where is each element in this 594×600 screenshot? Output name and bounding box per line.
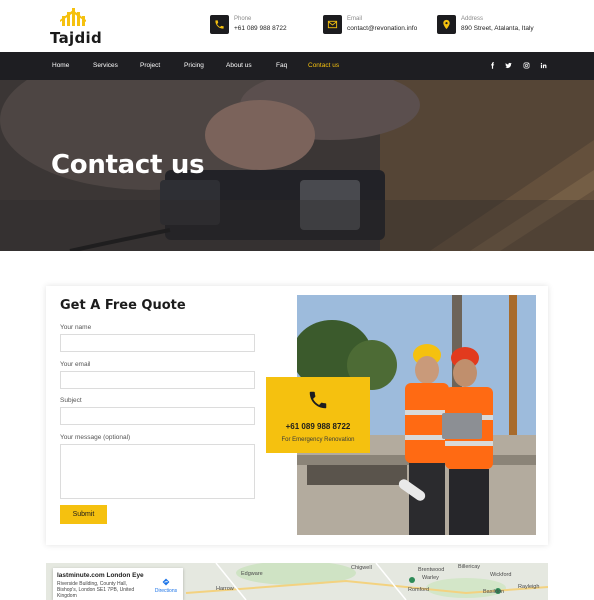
address-label: Address (461, 16, 484, 22)
email-label: Email (347, 16, 363, 22)
name-field[interactable] (60, 334, 255, 352)
directions-icon (162, 578, 170, 586)
page-title: Contact us (51, 150, 205, 180)
twitter-icon[interactable] (503, 61, 513, 71)
message-field[interactable] (60, 444, 255, 499)
map-label-warley: Warley (422, 575, 439, 581)
hero-banner: Contact us (0, 80, 594, 251)
phone-value[interactable]: +61 089 988 8722 (234, 25, 287, 32)
nav-item-about[interactable]: About us (226, 62, 252, 69)
nav-item-pricing[interactable]: Pricing (184, 62, 204, 69)
logo[interactable]: Tajdid (50, 8, 110, 47)
map-label-brentwood: Brentwood (418, 567, 445, 573)
quote-title: Get A Free Quote (60, 298, 186, 313)
facebook-icon[interactable] (487, 61, 497, 71)
map-label-harrow: Harrow (216, 586, 234, 592)
logo-text: Tajdid (50, 29, 102, 47)
map-label-basildon: Basildon (483, 589, 505, 595)
emergency-subtitle: For Emergency Renovation (281, 437, 355, 443)
directions-link[interactable]: Directions (151, 578, 181, 594)
quote-card: Get A Free Quote Your name Your email Su… (46, 286, 548, 545)
subject-label: Subject (60, 397, 82, 404)
logo-mark-icon (60, 8, 86, 26)
message-label: Your message (optional) (60, 434, 131, 441)
header-phone: Phone +61 089 988 8722 (210, 14, 300, 36)
map-place-card: lastminute.com London Eye Riverside Buil… (53, 568, 183, 600)
nav-item-services[interactable]: Services (93, 62, 118, 69)
name-label: Your name (60, 324, 92, 331)
nav-item-faq[interactable]: Faq (276, 62, 287, 69)
map-label-chigwell: Chigwell (351, 565, 372, 571)
main-nav: Home Services Project Pricing About us F… (0, 52, 594, 80)
map-label-romford: Romford (408, 587, 430, 593)
nav-item-home[interactable]: Home (52, 62, 69, 69)
top-header: Tajdid Phone +61 089 988 8722 Email cont… (0, 0, 594, 52)
map-label-edgware: Edgware (241, 571, 263, 577)
map-label-rayleigh: Rayleigh (518, 584, 540, 590)
linkedin-icon[interactable] (538, 61, 548, 71)
directions-label: Directions (154, 588, 178, 594)
email-field[interactable] (60, 371, 255, 389)
map-label-billericay: Billericay (458, 564, 481, 570)
phone-icon (210, 15, 229, 34)
location-map[interactable]: lastminute.com London Eye Riverside Buil… (46, 563, 548, 600)
email-field-label: Your email (60, 361, 91, 368)
instagram-icon[interactable] (521, 61, 531, 71)
map-label-wickford: Wickford (490, 572, 512, 578)
submit-button[interactable]: Submit (60, 505, 107, 524)
nav-item-project[interactable]: Project (140, 62, 160, 69)
subject-field[interactable] (60, 407, 255, 425)
email-value[interactable]: contact@revonation.info (347, 25, 417, 32)
map-pin-icon (437, 15, 456, 34)
address-value: 890 Street, Atalanta, Italy (461, 25, 534, 32)
header-address: Address 890 Street, Atalanta, Italy (437, 14, 547, 36)
envelope-icon (323, 15, 342, 34)
nav-item-contact[interactable]: Contact us (308, 62, 339, 69)
phone-label: Phone (234, 16, 252, 22)
header-email: Email contact@revonation.info (323, 14, 428, 36)
map-place-address: Riverside Building, County Hall, Bishop'… (57, 581, 135, 599)
emergency-box: +61 089 988 8722 For Emergency Renovatio… (266, 377, 370, 453)
emergency-phone[interactable]: +61 089 988 8722 (266, 422, 370, 431)
phone-icon (309, 391, 327, 409)
map-place-title: lastminute.com London Eye (57, 572, 144, 579)
